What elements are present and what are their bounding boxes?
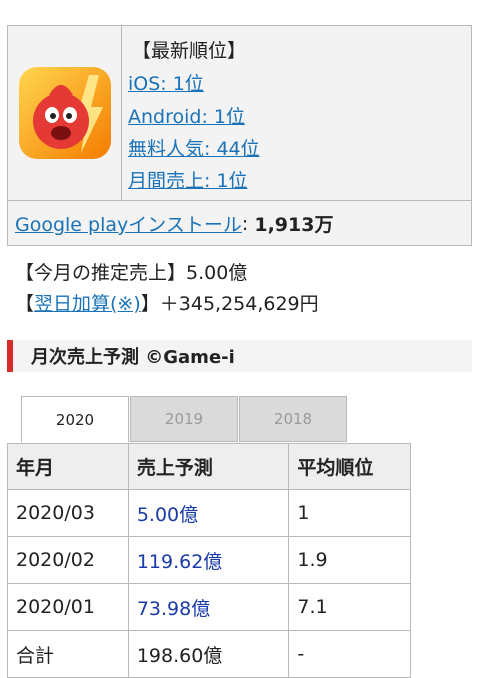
- install-separator: :: [241, 212, 255, 235]
- monthly-sales-table: 年月 売上予測 平均順位 2020/03 5.00億 1 2020/02 119…: [7, 443, 411, 678]
- estimated-sales: 【今月の推定売上】5.00億: [15, 262, 248, 284]
- latest-rank-cell: 【最新順位】 iOS: 1位 Android: 1位 無料人気: 44位 月間売…: [122, 26, 471, 200]
- install-count-row: Google playインストール: 1,913万: [8, 200, 471, 246]
- rank-cell: 1.9: [288, 536, 411, 584]
- free-popular-rank-link[interactable]: 無料人気: 44位: [128, 134, 260, 161]
- total-rank-cell: -: [288, 630, 411, 678]
- month-cell: 2020/02: [7, 536, 129, 584]
- total-sales-cell: 198.60億: [127, 630, 290, 678]
- latest-rank-title: 【最新順位】: [132, 40, 247, 62]
- table-row: 2020/02 119.62億 1.9: [7, 536, 411, 584]
- app-icon[interactable]: [18, 67, 111, 159]
- google-play-install-link[interactable]: Google playインストール: [15, 210, 242, 237]
- table-row: 2020/03 5.00億 1: [7, 489, 411, 537]
- sales-cell: 5.00億: [127, 489, 290, 537]
- section-title: 月次売上予測 ©Game-i: [7, 340, 472, 372]
- android-rank-link[interactable]: Android: 1位: [128, 102, 245, 129]
- tab-2018[interactable]: 2018: [239, 396, 347, 442]
- next-day-value: 】＋345,254,629円: [140, 293, 319, 315]
- header-average-rank: 平均順位: [288, 443, 411, 490]
- monthly-sales-rank-link[interactable]: 月間売上: 1位: [128, 166, 248, 193]
- header-month: 年月: [7, 443, 129, 490]
- sales-cell: 119.62億: [127, 536, 290, 584]
- table-total-row: 合計 198.60億 -: [7, 630, 411, 678]
- table-row: 2020/01 73.98億 7.1: [7, 583, 411, 631]
- install-count-value: 1,913万: [254, 214, 334, 236]
- rank-cell: 7.1: [288, 583, 411, 631]
- app-info-box: 【最新順位】 iOS: 1位 Android: 1位 無料人気: 44位 月間売…: [7, 25, 472, 246]
- next-day-addition-link[interactable]: 翌日加算(※): [34, 293, 141, 315]
- sales-cell: 73.98億: [127, 583, 290, 631]
- rank-cell: 1: [288, 489, 411, 537]
- tab-2019[interactable]: 2019: [130, 396, 238, 442]
- next-day-prefix: 【: [15, 293, 35, 315]
- month-cell: 2020/03: [7, 489, 129, 537]
- total-label-cell: 合計: [7, 630, 129, 678]
- header-sales-forecast: 売上予測: [127, 443, 290, 490]
- app-icon-cell: [8, 26, 122, 200]
- next-day-addition: 【翌日加算(※)】＋345,254,629円: [15, 289, 319, 316]
- month-cell: 2020/01: [7, 583, 129, 631]
- tab-2020[interactable]: 2020: [21, 396, 129, 442]
- ios-rank-link[interactable]: iOS: 1位: [128, 69, 204, 96]
- table-header-row: 年月 売上予測 平均順位: [7, 443, 411, 490]
